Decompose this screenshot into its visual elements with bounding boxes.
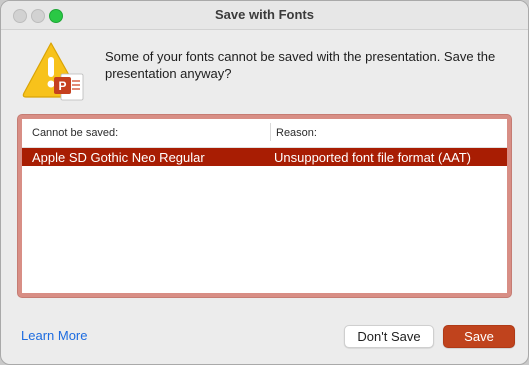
- table-row[interactable]: Apple SD Gothic Neo Regular Unsupported …: [22, 148, 507, 166]
- column-header-reason[interactable]: Reason:: [276, 127, 317, 139]
- warning-powerpoint-icon: P: [21, 41, 87, 103]
- reason-cell: Unsupported font file format (AAT): [274, 150, 472, 165]
- table-header: Cannot be saved: Reason:: [22, 119, 507, 148]
- dont-save-button[interactable]: Don't Save: [344, 325, 434, 348]
- fonts-table-frame: Cannot be saved: Reason: Apple SD Gothic…: [17, 114, 512, 298]
- column-header-cannot-be-saved[interactable]: Cannot be saved:: [32, 127, 118, 139]
- icon-badge-letter: P: [58, 79, 66, 93]
- column-separator[interactable]: [270, 123, 271, 141]
- fonts-table: Cannot be saved: Reason: Apple SD Gothic…: [22, 119, 507, 293]
- learn-more-link[interactable]: Learn More: [21, 328, 87, 343]
- title-bar: Save with Fonts: [1, 1, 528, 30]
- font-name-cell: Apple SD Gothic Neo Regular: [32, 150, 205, 165]
- window-title: Save with Fonts: [215, 7, 314, 22]
- dialog-message: Some of your fonts cannot be saved with …: [105, 49, 496, 81]
- save-with-fonts-dialog: Save with Fonts P Some of your fonts can…: [0, 0, 529, 365]
- save-button[interactable]: Save: [443, 325, 515, 348]
